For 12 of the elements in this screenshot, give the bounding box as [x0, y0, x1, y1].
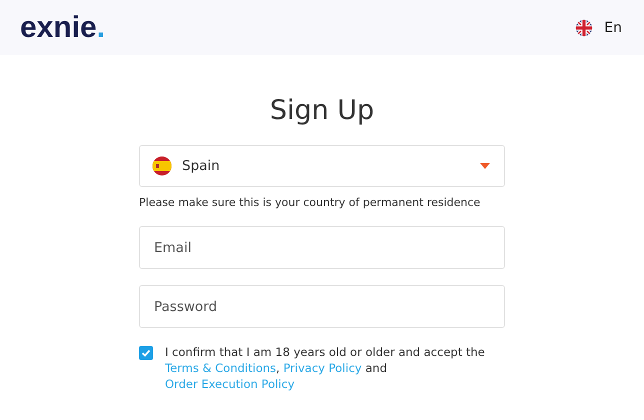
country-select[interactable]: Spain	[139, 145, 505, 187]
language-label[interactable]: En	[604, 20, 622, 36]
page-title: Sign Up	[270, 95, 374, 126]
logo[interactable]: exnie.	[20, 10, 106, 44]
input-field[interactable]: Password	[139, 285, 505, 328]
flag-icon	[575, 18, 594, 36]
hint-text: Please make sure this is your country of permanent residence	[139, 196, 482, 209]
consent-text: I confirm that I am 18 years old or older and accept the Terms & Conditions, Privacy Policy and Order Execution Policy	[165, 344, 486, 392]
input-field[interactable]: Email	[139, 226, 505, 269]
caret-icon	[480, 163, 490, 169]
flag-icon	[152, 156, 172, 176]
checkbox[interactable]	[139, 346, 153, 360]
